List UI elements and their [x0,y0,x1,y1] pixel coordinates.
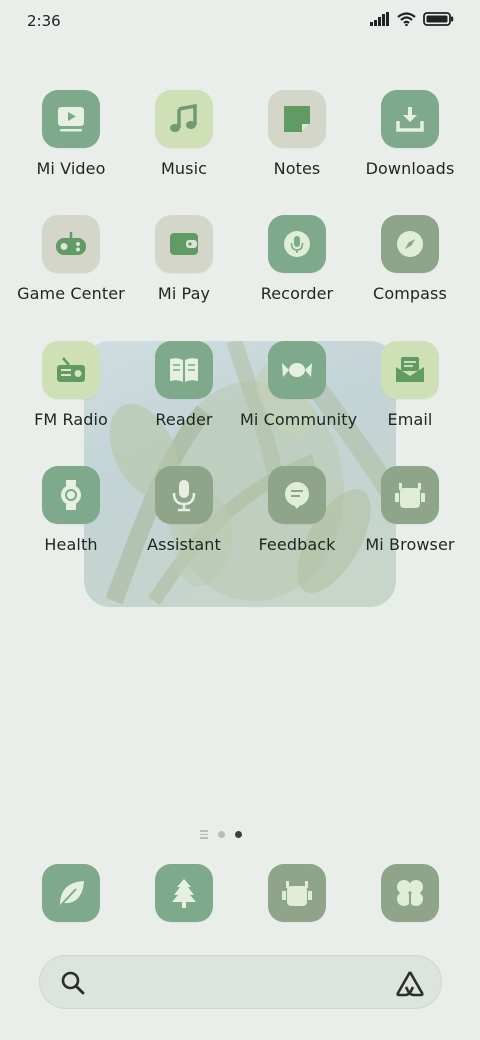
assistant-icon[interactable] [395,969,425,997]
app-mi-browser[interactable]: Mi Browser [353,466,467,554]
note-icon [268,90,326,148]
music-note-icon [155,90,213,148]
app-label: FM Radio [34,410,108,429]
signal-icon [370,12,389,26]
dock-app-tree[interactable] [127,864,241,922]
app-label: Downloads [365,159,455,178]
robot-icon [381,466,439,524]
mail-icon [381,341,439,399]
app-assistant[interactable]: Assistant [127,466,241,554]
app-email[interactable]: Email [353,341,467,429]
app-downloads[interactable]: Downloads [353,90,467,178]
dock-app-leaf[interactable] [14,864,128,922]
page-indicator[interactable] [200,830,242,839]
battery-icon [423,12,454,26]
app-label: Mi Community [240,410,358,429]
candy-icon [268,341,326,399]
app-mi-community[interactable]: Mi Community [240,341,358,429]
play-video-icon [42,90,100,148]
app-feedback[interactable]: Feedback [240,466,354,554]
app-notes[interactable]: Notes [240,90,354,178]
compass-icon [381,215,439,273]
app-compass[interactable]: Compass [353,215,467,303]
app-label: Mi Video [36,159,106,178]
status-time: 2:36 [27,12,61,30]
app-mi-video[interactable]: Mi Video [14,90,128,178]
app-game-center[interactable]: Game Center [14,215,128,303]
page-dot-active [235,830,242,838]
app-label: Mi Browser [365,535,455,554]
radio-icon [42,341,100,399]
status-icons [370,12,454,26]
app-label: Reader [155,410,213,429]
leaf-icon [42,864,100,922]
microphone-icon [268,215,326,273]
robot-icon [268,864,326,922]
app-drawer-indicator [200,830,208,839]
app-label: Email [387,410,433,429]
status-bar: 2:36 [0,0,480,44]
app-label: Mi Pay [157,284,211,303]
app-health[interactable]: Health [14,466,128,554]
app-music[interactable]: Music [127,90,241,178]
wallet-icon [155,215,213,273]
app-label: Recorder [260,284,334,303]
app-reader[interactable]: Reader [127,341,241,429]
app-label: Assistant [147,535,221,554]
app-label: Compass [373,284,447,303]
app-label: Health [44,535,98,554]
watch-icon [42,466,100,524]
gamepad-icon [42,215,100,273]
search-bar[interactable] [39,955,442,1009]
microphone-icon [155,466,213,524]
search-icon[interactable] [60,970,86,996]
app-label: Feedback [258,535,336,554]
page-dot [218,830,225,838]
app-recorder[interactable]: Recorder [240,215,354,303]
app-label: Notes [273,159,321,178]
wifi-icon [397,12,416,26]
app-label: Game Center [17,284,125,303]
clover-icon [381,864,439,922]
app-label: Music [160,159,208,178]
app-fm-radio[interactable]: FM Radio [14,341,128,429]
app-mi-pay[interactable]: Mi Pay [127,215,241,303]
download-icon [381,90,439,148]
dock-app-clover[interactable] [353,864,467,922]
dock-app-robot[interactable] [240,864,354,922]
book-icon [155,341,213,399]
chat-bubble-icon [268,466,326,524]
tree-icon [155,864,213,922]
